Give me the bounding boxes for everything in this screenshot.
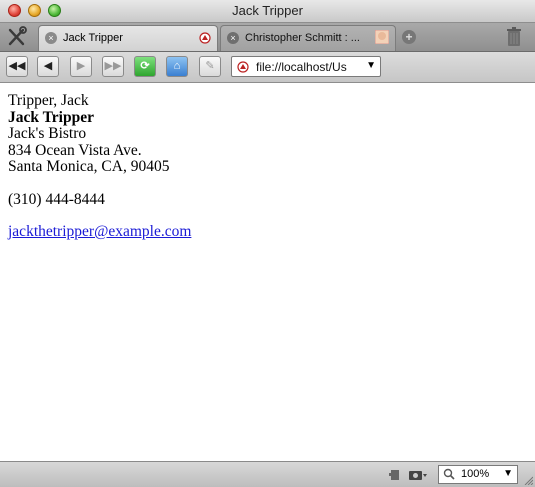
back-history-button[interactable]: ◀◀ [6, 56, 28, 77]
chevron-down-icon[interactable]: ▼ [366, 60, 376, 71]
pencil-icon: ✎ [205, 60, 215, 72]
home-button[interactable]: ⌂ [166, 56, 188, 77]
person-favicon-icon [375, 30, 389, 44]
left-arrow-icon: ◀ [43, 60, 53, 72]
navigation-toolbar: ◀◀ ◀ ▶ ▶▶ ⟳ ⌂ ✎ file://localhost/Us ▼ [0, 52, 535, 83]
sort-name: Tripper, Jack [8, 92, 89, 109]
forward-button[interactable]: ▶ [70, 56, 92, 77]
double-right-arrow-icon: ▶▶ [104, 60, 122, 72]
close-tab-icon[interactable]: × [45, 32, 57, 44]
window-title: Jack Tripper [232, 3, 303, 18]
file-favicon-icon [237, 61, 249, 73]
reload-icon: ⟳ [140, 60, 150, 72]
forward-history-button[interactable]: ▶▶ [102, 56, 124, 77]
back-button[interactable]: ◀ [37, 56, 59, 77]
tab-jack-tripper[interactable]: × Jack Tripper [38, 25, 218, 51]
page-content: Tripper, Jack Jack Tripper Jack's Bistro… [0, 83, 535, 461]
organization: Jack's Bistro [8, 125, 87, 142]
home-icon: ⌂ [173, 60, 181, 72]
reload-button[interactable]: ⟳ [134, 56, 156, 77]
tab-label: Jack Tripper [63, 32, 123, 44]
chevron-down-icon[interactable]: ▼ [503, 468, 513, 479]
camera-icon[interactable] [408, 468, 428, 482]
status-bar: 100% ▼ [0, 461, 535, 487]
tools-icon[interactable] [4, 26, 30, 48]
address-input[interactable]: file://localhost/Us [256, 60, 364, 74]
locality: Santa Monica, CA, 90405 [8, 158, 170, 175]
street-address: 834 Ocean Vista Ave. [8, 141, 142, 159]
close-tab-icon[interactable]: × [227, 32, 239, 44]
email-link[interactable]: jackthetripper@example.com [8, 223, 191, 240]
file-favicon-icon [199, 32, 211, 44]
title-bar: Jack Tripper [0, 0, 535, 23]
tab-bar: × Jack Tripper × Christopher Schmitt : .… [0, 23, 535, 52]
phone-number: (310) 444-8444 [8, 190, 105, 208]
tab-christopher-schmitt[interactable]: × Christopher Schmitt : ... [220, 25, 396, 51]
resize-grip-icon[interactable] [523, 475, 533, 485]
vcard: Tripper, Jack Jack Tripper Jack's Bistro… [8, 92, 191, 241]
double-left-arrow-icon: ◀◀ [8, 60, 26, 72]
new-tab-button[interactable]: + [402, 30, 416, 44]
plugin-icon[interactable] [388, 468, 402, 482]
address-bar[interactable]: file://localhost/Us ▼ [231, 56, 381, 77]
magnifier-icon [443, 468, 455, 480]
full-name: Jack Tripper [8, 108, 94, 126]
trash-icon[interactable] [505, 27, 523, 47]
tab-label: Christopher Schmitt : ... [245, 32, 360, 44]
zoom-level: 100% [461, 468, 490, 480]
edit-button[interactable]: ✎ [199, 56, 221, 77]
zoom-select[interactable]: 100% ▼ [438, 465, 518, 484]
right-arrow-icon: ▶ [76, 60, 86, 72]
